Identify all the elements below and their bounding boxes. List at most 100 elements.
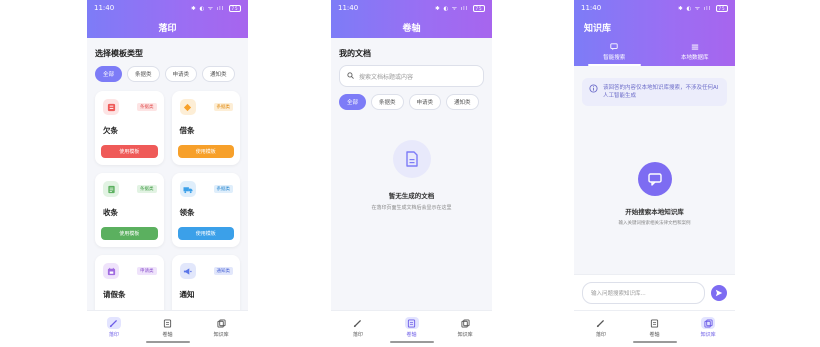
status-time: 11:40: [581, 4, 602, 12]
books-icon: [214, 317, 228, 329]
tab-seal[interactable]: 落印: [87, 311, 141, 347]
empty-title: 暂无生成的文档: [388, 192, 435, 200]
app-header: 11:40 ✱ ◐ ᯤ ıll 75 落印: [87, 0, 248, 38]
empty-subtitle: 在落印页面生成文档后会显示在这里: [371, 205, 452, 211]
template-name: 领条: [179, 208, 195, 217]
chip-receipt[interactable]: 条据类: [127, 66, 160, 82]
template-name: 借条: [179, 126, 195, 135]
use-template-button[interactable]: 使用模板: [101, 145, 158, 158]
chip-notice[interactable]: 通知类: [202, 66, 235, 82]
search-box[interactable]: 搜索文档标题或内容: [339, 65, 484, 87]
template-name: 通知: [179, 290, 195, 299]
chat-icon: [610, 43, 618, 53]
home-indicator[interactable]: [632, 341, 677, 343]
empty-subtitle: 输入关键词搜索相关法律文档和案例: [618, 221, 691, 226]
question-input-bar: 输入问题搜索知识库...: [574, 274, 735, 311]
template-card-receipt[interactable]: 条据类 收条 使用模板: [95, 173, 164, 247]
tab-knowledge[interactable]: 知识库: [438, 311, 492, 347]
battery-icon: 75: [229, 5, 241, 12]
template-card-loan[interactable]: 条据类 借条 使用模板: [171, 91, 240, 165]
tab-local-database[interactable]: 本地数据库: [655, 38, 736, 66]
filter-chips: 全部 条据类 申请类 通知类: [87, 59, 248, 89]
bottom-tab-bar: 落印 卷轴 知识库: [331, 310, 492, 347]
scroll-icon: [648, 317, 662, 329]
phone-screen-documents: 11:40 ✱ ◐ ᯤ ıll 75 卷轴 我的文档 搜索文档标题或内容 全部 …: [331, 0, 492, 347]
chip-application[interactable]: 申请类: [164, 66, 198, 82]
category-tag: 条据类: [213, 103, 233, 111]
send-button[interactable]: [711, 285, 727, 301]
tab-seal[interactable]: 落印: [331, 311, 385, 347]
bottom-tab-bar: 落印 卷轴 知识库: [87, 310, 248, 347]
empty-document-icon: [392, 140, 431, 178]
chip-receipt[interactable]: 条据类: [371, 94, 404, 110]
chip-notice[interactable]: 通知类: [446, 94, 479, 110]
tab-knowledge[interactable]: 知识库: [194, 311, 248, 347]
template-name: 请假条: [103, 290, 126, 299]
use-template-button[interactable]: 使用模板: [177, 227, 234, 240]
empty-state: 暂无生成的文档 在落印页面生成文档后会显示在这里: [331, 140, 492, 211]
tab-label: 智能搜索: [603, 55, 626, 61]
document-icon: [103, 99, 119, 115]
send-icon: [715, 289, 723, 297]
tab-seal[interactable]: 落印: [574, 311, 628, 347]
pen-icon: [351, 317, 365, 329]
template-grid: 条据类 欠条 使用模板 条据类 借条 使用模板 条据类 收条 使用模板 条据类 …: [87, 89, 248, 331]
filter-chips: 全部 条据类 申请类 通知类: [331, 87, 492, 117]
tab-label: 知识库: [213, 332, 229, 338]
chip-application[interactable]: 申请类: [408, 94, 442, 110]
category-tag: 条据类: [213, 185, 233, 193]
books-icon: [458, 317, 472, 329]
use-template-button[interactable]: 使用模板: [101, 227, 158, 240]
battery-icon: 75: [716, 5, 728, 12]
page-title: 卷轴: [402, 23, 421, 34]
status-bar: 11:40 ✱ ◐ ᯤ ıll 75: [574, 0, 735, 16]
section-title: 选择模板类型: [95, 49, 143, 58]
status-time: 11:40: [94, 4, 115, 12]
scroll-icon: [404, 317, 419, 329]
status-bar: 11:40 ✱ ◐ ᯤ ıll 75: [87, 0, 248, 16]
status-bar: 11:40 ✱ ◐ ᯤ ıll 75: [331, 0, 492, 16]
handshake-icon: [179, 99, 196, 115]
page-title: 落印: [158, 23, 177, 34]
bottom-tab-bar: 落印 卷轴 知识库: [574, 310, 735, 347]
phone-screen-knowledge: 11:40 ✱ ◐ ᯤ ıll 75 知识库 智能搜索 本地数据库 该回答的内容…: [574, 0, 735, 347]
home-indicator[interactable]: [145, 341, 190, 343]
tab-label: 卷轴: [406, 332, 417, 338]
use-template-button[interactable]: 使用模板: [177, 145, 234, 158]
notice-text: 该回答的内容仅本地知识库搜索，不涉及任何AI人工智能生成: [603, 85, 719, 99]
tab-label: 卷轴: [649, 332, 660, 338]
tab-label: 知识库: [457, 332, 473, 338]
chat-bubble-icon: [637, 162, 672, 196]
pen-icon: [594, 317, 608, 329]
page-title: 知识库: [584, 23, 612, 34]
category-tag: 条据类: [137, 185, 157, 193]
info-icon: [589, 84, 598, 100]
home-indicator[interactable]: [389, 341, 434, 343]
tab-smart-search[interactable]: 智能搜索: [574, 38, 655, 66]
app-header: 11:40 ✱ ◐ ᯤ ıll 75 卷轴: [331, 0, 492, 38]
calendar-icon: [103, 263, 119, 279]
chip-all[interactable]: 全部: [95, 66, 123, 82]
category-tag: 通知类: [213, 267, 233, 275]
category-tag: 条据类: [137, 103, 157, 111]
status-icons: ✱ ◐ ᯤ ıll 75: [435, 4, 485, 12]
battery-icon: 75: [473, 5, 485, 12]
tab-label: 落印: [352, 332, 363, 338]
tab-knowledge[interactable]: 知识库: [681, 311, 735, 347]
search-placeholder: 搜索文档标题或内容: [359, 73, 414, 81]
empty-state: 开始搜索本地知识库 输入关键词搜索相关法律文档和案例: [574, 162, 735, 226]
status-icons: ✱ ◐ ᯤ ıll 75: [678, 4, 728, 12]
chip-all[interactable]: 全部: [339, 94, 367, 110]
info-notice: 该回答的内容仅本地知识库搜索，不涉及任何AI人工智能生成: [582, 78, 727, 106]
template-card-claim[interactable]: 条据类 领条 使用模板: [171, 173, 240, 247]
category-tag: 申请类: [137, 267, 157, 275]
scroll-icon: [161, 317, 175, 329]
status-time: 11:40: [338, 4, 359, 12]
phone-screen-templates: 11:40 ✱ ◐ ᯤ ıll 75 落印 选择模板类型 全部 条据类 申请类 …: [87, 0, 248, 347]
search-icon: [347, 71, 354, 81]
status-icons: ✱ ◐ ᯤ ıll 75: [191, 4, 241, 12]
template-card-iou[interactable]: 条据类 欠条 使用模板: [95, 91, 164, 165]
pen-icon: [106, 317, 121, 329]
tab-label: 落印: [108, 332, 119, 338]
question-input[interactable]: 输入问题搜索知识库...: [582, 282, 705, 304]
